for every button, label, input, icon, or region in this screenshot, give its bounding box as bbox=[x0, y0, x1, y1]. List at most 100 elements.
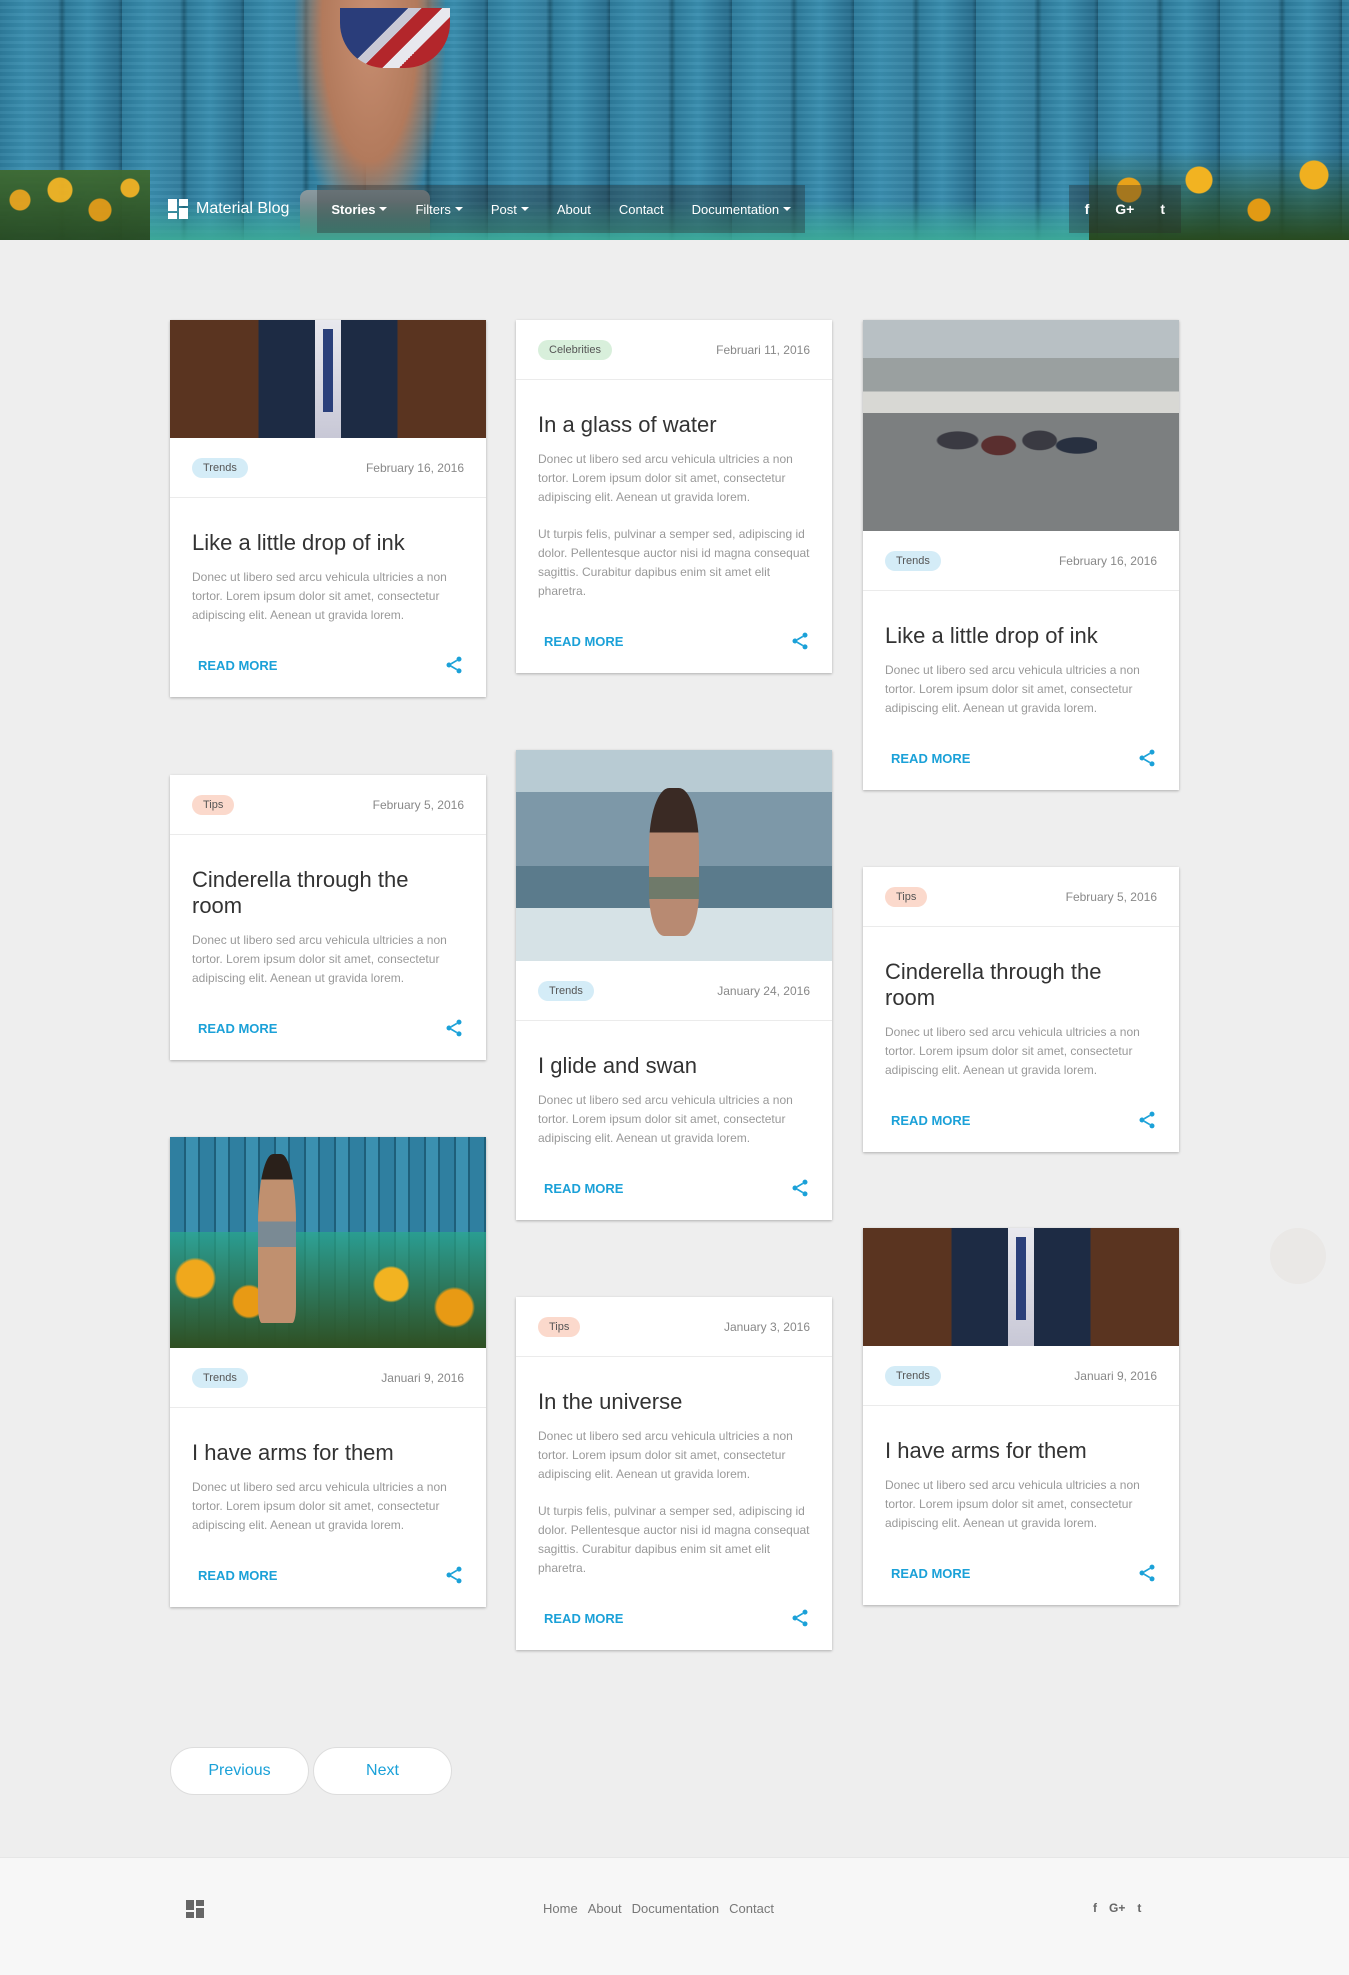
post-card: Trends January 24, 2016 I glide and swan Do… bbox=[516, 750, 832, 1220]
post-excerpt: Donec ut libero sed arcu vehicula ultric… bbox=[885, 1025, 1140, 1077]
post-image[interactable] bbox=[863, 320, 1179, 531]
nav-label: Contact bbox=[618, 201, 664, 217]
next-button[interactable]: Next bbox=[313, 1747, 452, 1795]
post-meta: Trends February 16, 2016 bbox=[863, 531, 1179, 591]
post-image[interactable] bbox=[863, 1228, 1179, 1346]
post-meta: Trends January 24, 2016 bbox=[516, 961, 832, 1021]
read-more-link[interactable]: READ MORE bbox=[544, 634, 623, 649]
category-badge[interactable]: Tips bbox=[538, 1316, 581, 1337]
footer-links: Home About Documentation Contact bbox=[543, 1901, 774, 1916]
nav-label: Documentation bbox=[691, 201, 780, 217]
post-meta: Trends Januari 9, 2016 bbox=[170, 1348, 486, 1408]
share-icon[interactable] bbox=[790, 1608, 810, 1628]
post-actions: READ MORE bbox=[516, 1578, 832, 1650]
category-badge[interactable]: Trends bbox=[192, 1367, 248, 1388]
share-icon[interactable] bbox=[1137, 748, 1157, 768]
social-links: f G+ t bbox=[1068, 185, 1181, 233]
post-title[interactable]: I glide and swan bbox=[516, 1021, 832, 1079]
nav-item-filters[interactable]: Filters bbox=[415, 201, 463, 217]
post-date: Februari 11, 2016 bbox=[716, 342, 810, 357]
read-more-link[interactable]: READ MORE bbox=[891, 751, 970, 766]
facebook-icon[interactable]: f bbox=[1085, 201, 1090, 217]
post-title[interactable]: Cinderella through the room bbox=[170, 835, 486, 919]
footer-link-about[interactable]: About bbox=[588, 1901, 622, 1916]
footer-link-home[interactable]: Home bbox=[543, 1901, 578, 1916]
previous-button[interactable]: Previous bbox=[170, 1747, 309, 1795]
post-actions: READ MORE bbox=[863, 1533, 1179, 1605]
post-excerpt: Ut turpis felis, pulvinar a semper sed, … bbox=[538, 527, 810, 598]
footer-link-documentation[interactable]: Documentation bbox=[632, 1901, 719, 1916]
twitter-icon[interactable]: t bbox=[1160, 201, 1165, 217]
footer-link-contact[interactable]: Contact bbox=[729, 1901, 774, 1916]
pagination: Previous Next bbox=[170, 1747, 452, 1795]
post-date: January 24, 2016 bbox=[717, 983, 810, 998]
nav-label: Filters bbox=[415, 201, 451, 217]
brand[interactable]: Material Blog bbox=[168, 199, 289, 219]
facebook-icon[interactable]: f bbox=[1093, 1901, 1097, 1915]
nav-item-documentation[interactable]: Documentation bbox=[691, 201, 792, 217]
post-actions: READ MORE bbox=[170, 988, 486, 1060]
post-meta: Trends Januari 9, 2016 bbox=[863, 1346, 1179, 1406]
dashboard-icon[interactable] bbox=[186, 1900, 204, 1918]
post-date: February 5, 2016 bbox=[372, 797, 464, 812]
post-title[interactable]: Like a little drop of ink bbox=[863, 591, 1179, 649]
caret-down-icon bbox=[379, 207, 388, 211]
read-more-link[interactable]: READ MORE bbox=[198, 1568, 277, 1583]
nav-item-post[interactable]: Post bbox=[491, 202, 529, 217]
post-actions: READ MORE bbox=[170, 1535, 486, 1607]
category-badge[interactable]: Trends bbox=[885, 1365, 941, 1386]
share-icon[interactable] bbox=[444, 1018, 464, 1038]
nav-item-stories[interactable]: Stories bbox=[331, 201, 388, 217]
post-actions: READ MORE bbox=[516, 601, 832, 673]
nav-label: About bbox=[556, 201, 591, 217]
category-badge[interactable]: Tips bbox=[885, 886, 928, 907]
twitter-icon[interactable]: t bbox=[1137, 1901, 1141, 1915]
read-more-link[interactable]: READ MORE bbox=[544, 1611, 623, 1626]
share-icon[interactable] bbox=[1137, 1563, 1157, 1583]
hero-banner: Material Blog Stories Filters Post About… bbox=[0, 0, 1349, 240]
post-excerpt: Donec ut libero sed arcu vehicula ultric… bbox=[885, 1478, 1140, 1530]
nav-item-about[interactable]: About bbox=[557, 202, 591, 217]
google-plus-icon[interactable]: G+ bbox=[1115, 201, 1134, 217]
post-card: Trends February 16, 2016 Like a little dro… bbox=[170, 320, 486, 697]
category-badge[interactable]: Trends bbox=[192, 457, 248, 478]
share-icon[interactable] bbox=[790, 631, 810, 651]
category-badge[interactable]: Tips bbox=[192, 794, 235, 815]
post-meta: Trends February 16, 2016 bbox=[170, 438, 486, 498]
post-excerpt: Donec ut libero sed arcu vehicula ultric… bbox=[192, 1480, 447, 1532]
post-actions: READ MORE bbox=[516, 1148, 832, 1220]
post-card: Celebrities Februari 11, 2016 In a glass o… bbox=[516, 320, 832, 673]
post-title[interactable]: In the universe bbox=[516, 1357, 832, 1415]
post-title[interactable]: Cinderella through the room bbox=[863, 927, 1179, 1011]
read-more-link[interactable]: READ MORE bbox=[891, 1113, 970, 1128]
post-excerpt: Donec ut libero sed arcu vehicula ultric… bbox=[192, 933, 447, 985]
post-title[interactable]: I have arms for them bbox=[863, 1406, 1179, 1464]
dashboard-icon bbox=[168, 199, 188, 219]
floating-action-button[interactable] bbox=[1270, 1228, 1326, 1284]
post-card: Tips January 3, 2016 In the universe Donec … bbox=[516, 1297, 832, 1650]
post-image[interactable] bbox=[516, 750, 832, 961]
post-title[interactable]: I have arms for them bbox=[170, 1408, 486, 1466]
share-icon[interactable] bbox=[1137, 1110, 1157, 1130]
category-badge[interactable]: Trends bbox=[885, 550, 941, 571]
read-more-link[interactable]: READ MORE bbox=[891, 1566, 970, 1581]
post-card: Tips February 5, 2016 Cinderella through t… bbox=[863, 867, 1179, 1152]
post-title[interactable]: Like a little drop of ink bbox=[170, 498, 486, 556]
read-more-link[interactable]: READ MORE bbox=[544, 1181, 623, 1196]
share-icon[interactable] bbox=[444, 1565, 464, 1585]
post-excerpt: Donec ut libero sed arcu vehicula ultric… bbox=[192, 570, 447, 622]
footer-social: f G+ t bbox=[1093, 1901, 1141, 1915]
post-image[interactable] bbox=[170, 1137, 486, 1349]
post-title[interactable]: In a glass of water bbox=[516, 380, 832, 438]
nav-item-contact[interactable]: Contact bbox=[619, 202, 664, 217]
post-actions: READ MORE bbox=[863, 1080, 1179, 1152]
google-plus-icon[interactable]: G+ bbox=[1109, 1901, 1125, 1915]
nav-label: Stories bbox=[331, 201, 376, 217]
category-badge[interactable]: Trends bbox=[538, 980, 594, 1001]
read-more-link[interactable]: READ MORE bbox=[198, 658, 277, 673]
share-icon[interactable] bbox=[790, 1178, 810, 1198]
category-badge[interactable]: Celebrities bbox=[538, 339, 612, 360]
read-more-link[interactable]: READ MORE bbox=[198, 1021, 277, 1036]
post-image[interactable] bbox=[170, 320, 486, 438]
share-icon[interactable] bbox=[444, 655, 464, 675]
